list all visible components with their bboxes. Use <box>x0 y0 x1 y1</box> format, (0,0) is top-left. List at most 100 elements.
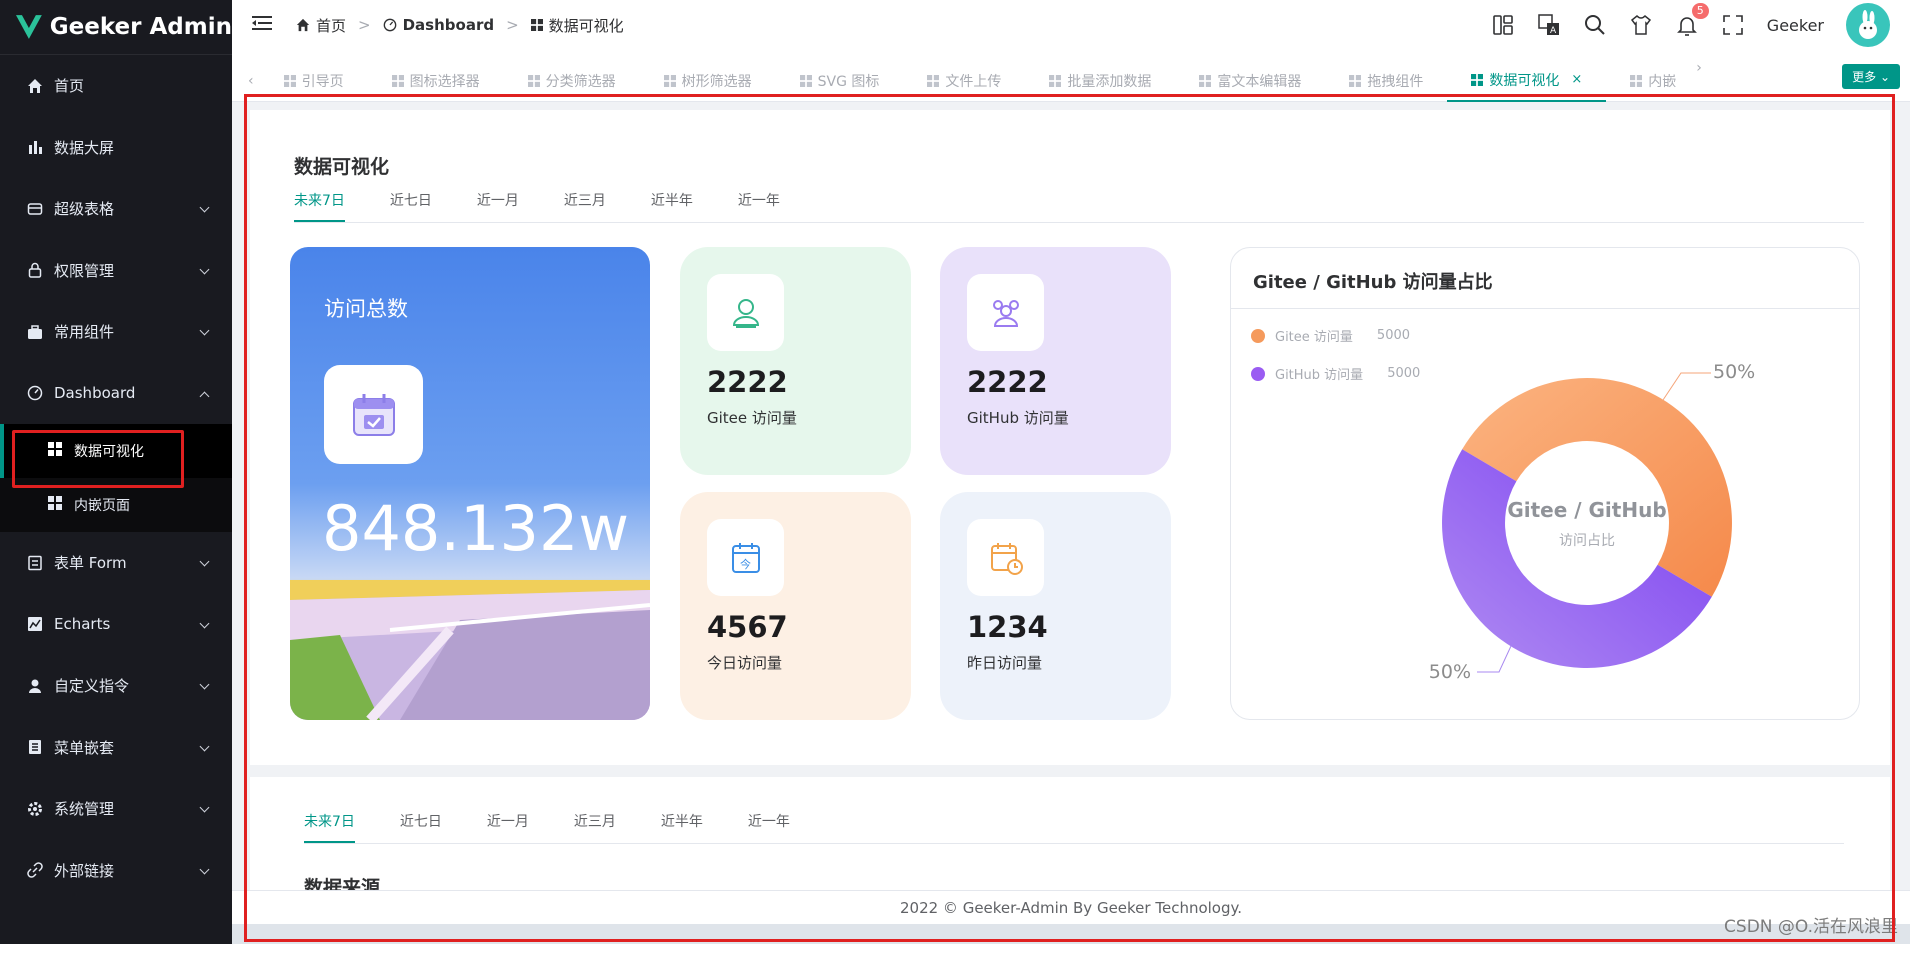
sidebar-item-label: 权限管理 <box>54 261 115 280</box>
sidebar-item-echarts[interactable]: Echarts <box>0 594 232 656</box>
tab-item[interactable]: 内嵌 <box>1606 60 1700 102</box>
stat-card: 2222 GitHub 访问量 <box>940 247 1171 475</box>
data-visualization-card: 数据可视化 未来7日 近七日 近一月 近三月 近半年 近一年 访问总数 848.132w … <box>250 110 1890 765</box>
dashboard-icon <box>26 384 44 402</box>
period-tab[interactable]: 近一年 <box>738 190 780 222</box>
more-tabs-button[interactable]: 更多 ⌄ <box>1842 64 1900 89</box>
tab-item[interactable]: 分类筛选器 <box>504 60 640 102</box>
menu-collapse-icon[interactable] <box>252 15 272 35</box>
chevron-down-icon <box>199 864 210 874</box>
tab-list: 引导页 图标选择器 分类筛选器 树形筛选器 SVG 图标 文件上传 批量添加数据 富文本编辑器… <box>260 60 1702 102</box>
sidebar-item-home[interactable]: 首页 <box>0 55 232 117</box>
layout-icon[interactable] <box>1491 13 1515 37</box>
sidebar-item-super-table[interactable]: 超级表格 <box>0 178 232 240</box>
tab-item[interactable]: 树形筛选器 <box>640 60 776 102</box>
group-icon <box>967 274 1044 351</box>
avatar[interactable] <box>1846 3 1890 47</box>
username[interactable]: Geeker <box>1767 16 1824 35</box>
sidebar-item-data-screen[interactable]: 数据大屏 <box>0 117 232 179</box>
tab-item[interactable]: 图标选择器 <box>368 60 504 102</box>
period-tab[interactable]: 近七日 <box>400 811 442 843</box>
chevron-down-icon <box>199 741 210 751</box>
home-icon <box>26 77 44 95</box>
breadcrumb-current: 数据可视化 <box>530 15 624 36</box>
search-icon[interactable] <box>1583 13 1607 37</box>
period-tab[interactable]: 近三月 <box>564 190 606 222</box>
grid-icon <box>1049 74 1062 87</box>
chevron-up-icon <box>199 391 210 401</box>
period-tab[interactable]: 近一年 <box>748 811 790 843</box>
tab-item[interactable]: SVG 图标 <box>776 60 904 102</box>
sidebar-item-directives[interactable]: 自定义指令 <box>0 655 232 717</box>
vue-logo-icon <box>15 15 42 39</box>
sidebar-item-system[interactable]: 系统管理 <box>0 778 232 840</box>
period-tab[interactable]: 未来7日 <box>304 811 355 843</box>
breadcrumb-dashboard[interactable]: Dashboard <box>383 16 494 34</box>
tab-label: 图标选择器 <box>409 73 480 90</box>
bar-chart-icon <box>26 138 44 156</box>
sidebar-subitem-embedded-page[interactable]: 内嵌页面 <box>0 478 232 532</box>
sidebar-item-label: 首页 <box>54 77 85 96</box>
form-icon <box>26 554 44 572</box>
sidebar-item-label: 自定义指令 <box>54 677 130 696</box>
period-tab[interactable]: 近一月 <box>477 190 519 222</box>
breadcrumb-home[interactable]: 首页 <box>296 15 346 36</box>
sidebar-item-nested-menu[interactable]: 菜单嵌套 <box>0 717 232 779</box>
notification-bell-icon[interactable]: 5 <box>1675 3 1709 37</box>
tabs-scroll-left-icon[interactable]: ‹ <box>232 73 260 89</box>
grid-icon <box>1349 74 1362 87</box>
grid-icon <box>1199 74 1212 87</box>
svg-text:今: 今 <box>740 557 751 571</box>
sidebar-item-form[interactable]: 表单 Form <box>0 532 232 594</box>
stat-label: Gitee 访问量 <box>707 409 797 427</box>
fullscreen-icon[interactable] <box>1721 13 1745 37</box>
close-icon[interactable]: × <box>1571 72 1582 87</box>
tab-item[interactable]: 拖拽组件 <box>1325 60 1447 102</box>
stat-card: 2222 Gitee 访问量 <box>680 247 911 475</box>
visit-total-value: 848.132w <box>322 492 630 565</box>
chevron-down-icon <box>199 325 210 336</box>
notification-badge: 5 <box>1691 3 1709 19</box>
sidebar-item-label: Echarts <box>54 615 111 634</box>
period-tab[interactable]: 近半年 <box>651 190 693 222</box>
period-tabs: 未来7日 近七日 近一月 近三月 近半年 近一年 <box>294 190 1864 223</box>
logo[interactable]: Geeker Admin <box>0 0 232 55</box>
tab-item[interactable]: 文件上传 <box>903 60 1025 102</box>
sidebar-item-label: 表单 Form <box>54 554 127 573</box>
sidebar-item-dashboard[interactable]: Dashboard <box>0 363 232 425</box>
grid-icon <box>48 496 62 514</box>
tab-item[interactable]: 引导页 <box>260 60 368 102</box>
tab-label: 分类筛选器 <box>545 73 616 90</box>
list-icon <box>26 738 44 756</box>
pie-percent-label: 50% <box>1713 361 1755 383</box>
sidebar-item-components[interactable]: 常用组件 <box>0 301 232 363</box>
sidebar-item-label: 数据大屏 <box>54 138 115 157</box>
period-tab[interactable]: 近三月 <box>574 811 616 843</box>
tab-item[interactable]: 数据可视化 × <box>1447 60 1607 102</box>
tabs-bar: ‹ 引导页 图标选择器 分类筛选器 树形筛选器 SVG 图标 文件上传 批量添加数据 富文本编… <box>232 60 1910 102</box>
period-tabs: 未来7日 近七日 近一月 近三月 近半年 近一年 <box>304 811 1844 844</box>
period-tab[interactable]: 近半年 <box>661 811 703 843</box>
tabs-scroll-right-icon[interactable]: › <box>1696 60 1702 102</box>
theme-shirt-icon[interactable] <box>1629 13 1653 37</box>
sidebar-subitem-data-visualization[interactable]: 数据可视化 <box>0 424 232 478</box>
period-tab[interactable]: 近一月 <box>487 811 529 843</box>
chevron-down-icon <box>199 679 210 690</box>
grid-icon <box>391 74 404 87</box>
sidebar-item-label: 常用组件 <box>54 323 115 342</box>
period-tab[interactable]: 未来7日 <box>294 190 345 222</box>
tab-item[interactable]: 批量添加数据 <box>1025 60 1175 102</box>
lock-icon <box>26 261 44 279</box>
language-icon[interactable]: A <box>1537 13 1561 37</box>
user-icon <box>707 274 784 351</box>
visit-total-card: 访问总数 848.132w <box>290 247 650 720</box>
footer: 2022 © Geeker-Admin By Geeker Technology… <box>232 890 1910 924</box>
svg-text:A: A <box>1550 26 1557 36</box>
period-tab[interactable]: 近七日 <box>390 190 432 222</box>
sidebar-item-permission[interactable]: 权限管理 <box>0 240 232 302</box>
sidebar-item-external-link[interactable]: 外部链接 <box>0 840 232 902</box>
tab-item[interactable]: 富文本编辑器 <box>1175 60 1325 102</box>
briefcase-icon <box>26 323 44 341</box>
main-content: 数据可视化 未来7日 近七日 近一月 近三月 近半年 近一年 访问总数 848.132w … <box>232 102 1910 977</box>
pie-percent-label: 50% <box>1429 661 1471 683</box>
